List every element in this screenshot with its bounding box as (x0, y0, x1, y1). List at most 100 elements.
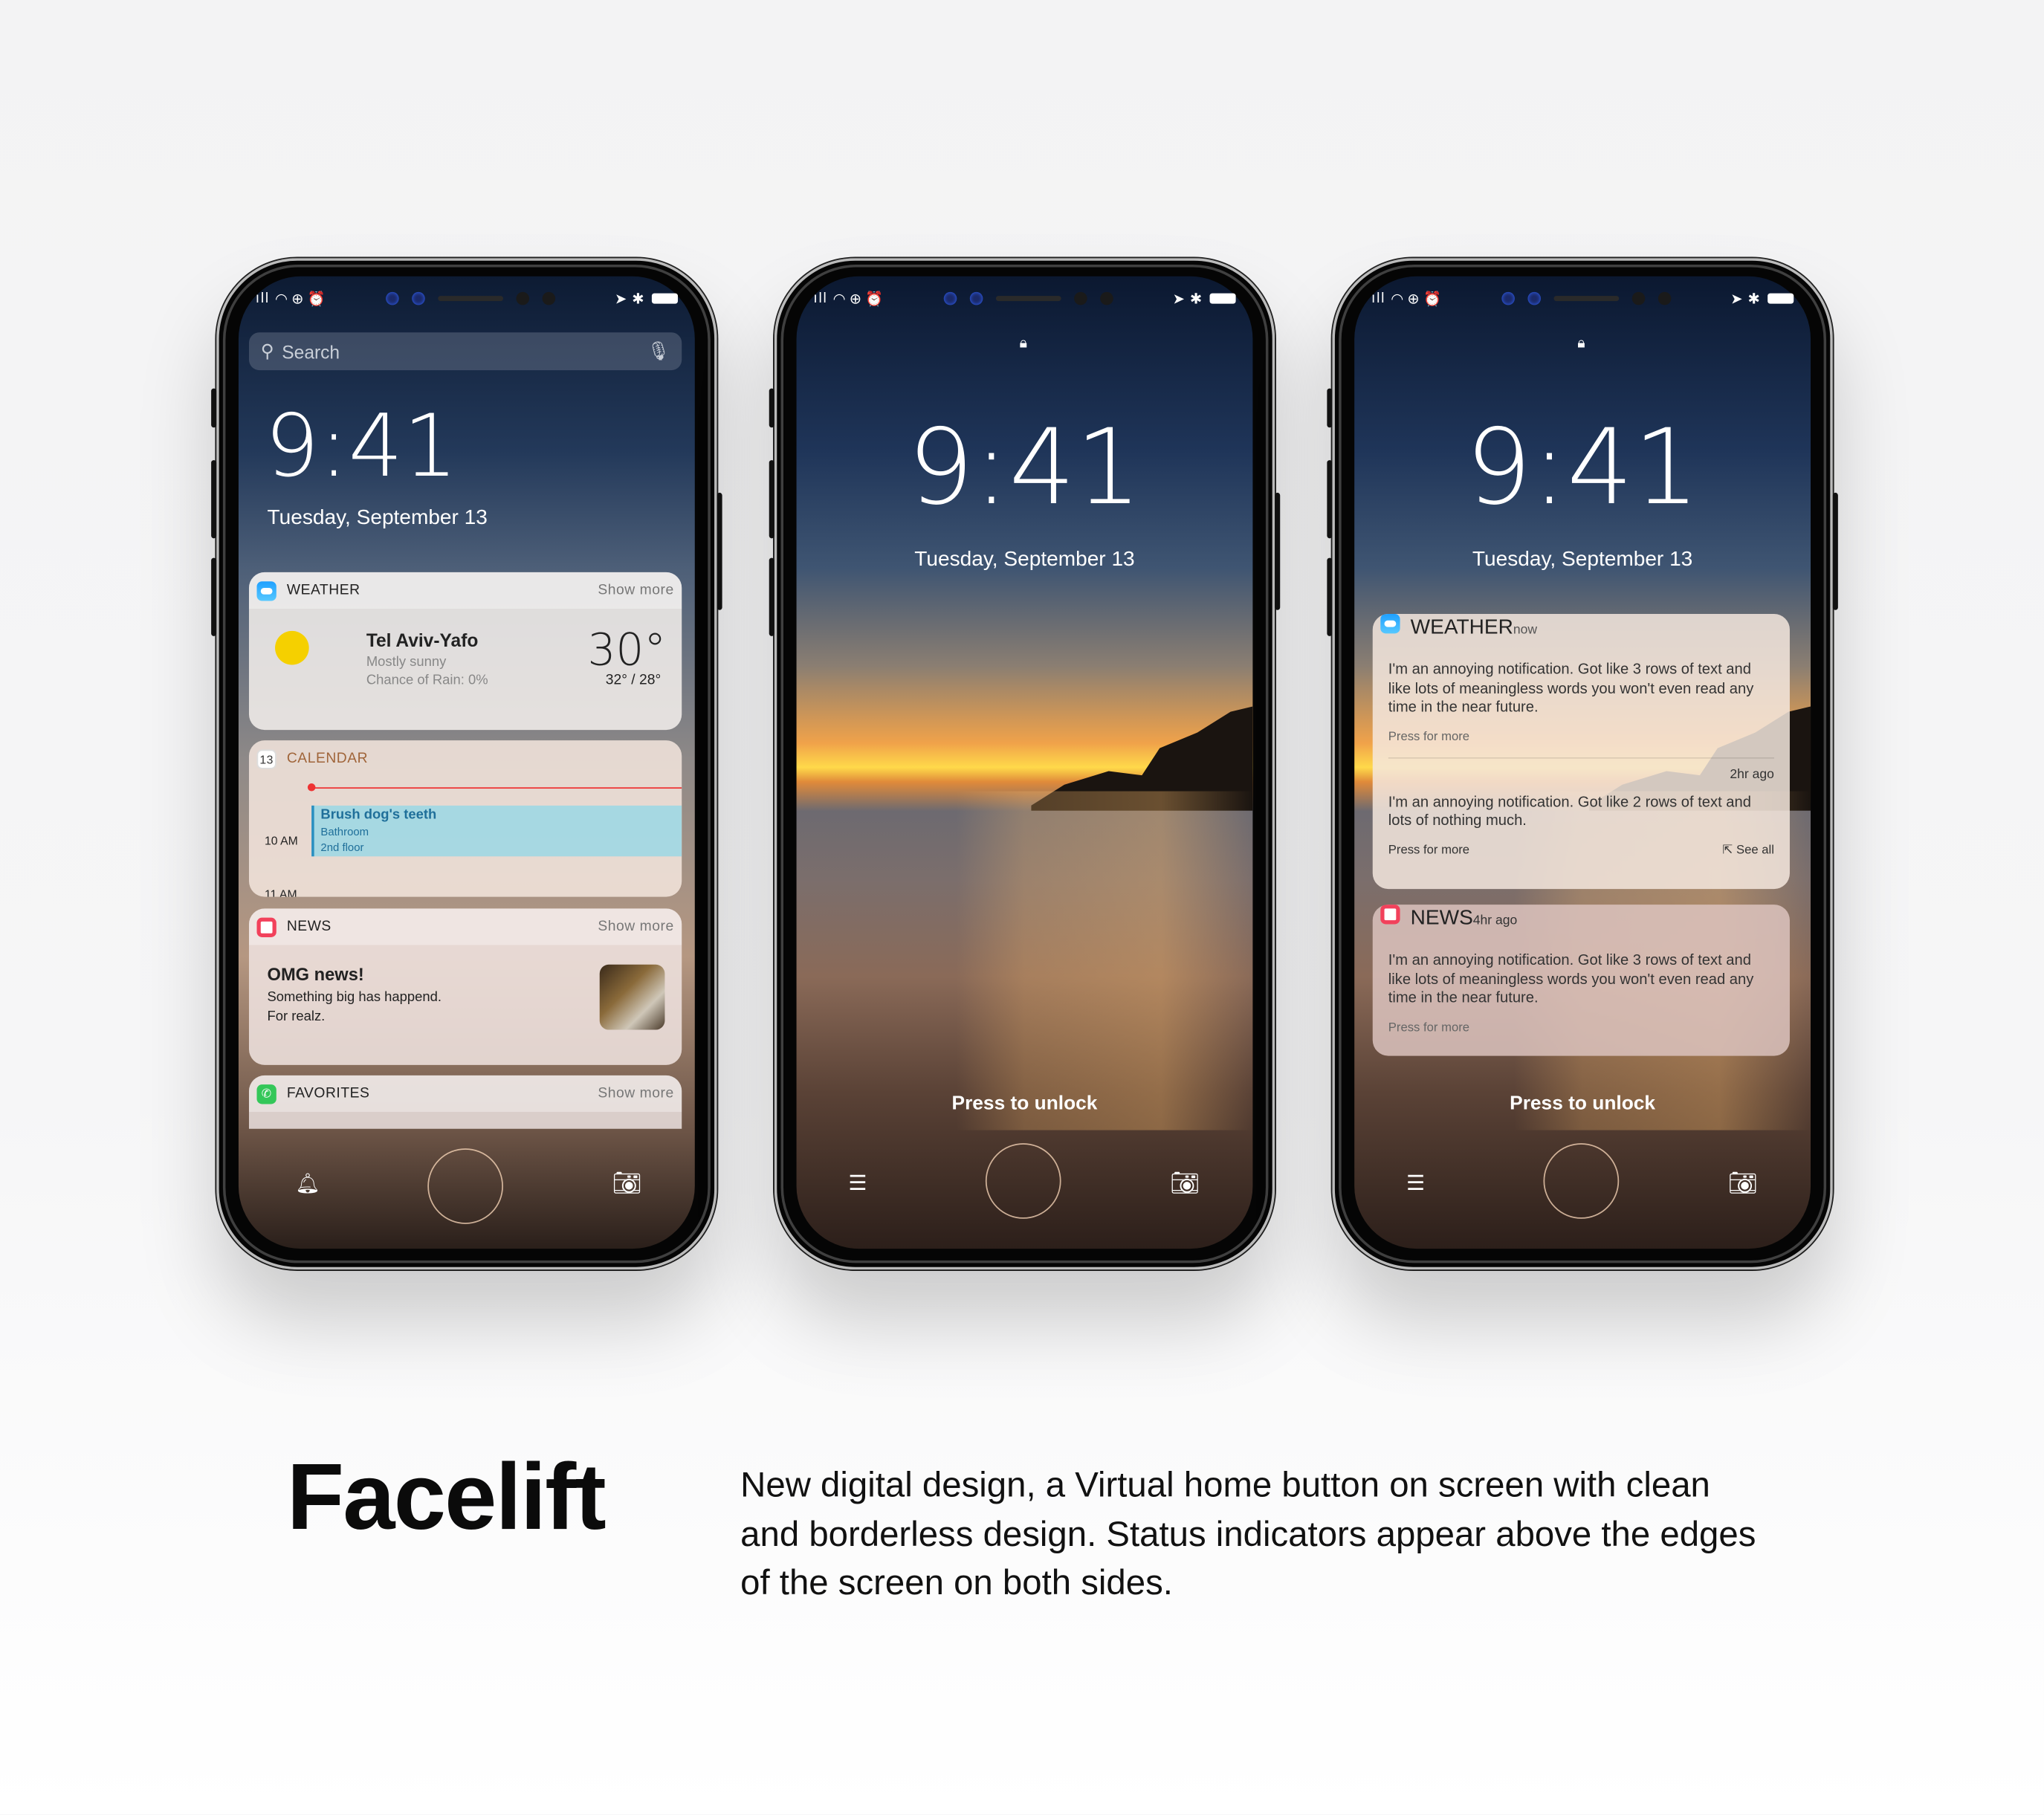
notification-text: I'm an annoying notification. Got like 3… (1388, 953, 1754, 1006)
weather-app-icon (256, 580, 276, 601)
battery-icon (1209, 293, 1236, 304)
calendar-widget[interactable]: 13 CALENDAR Brush dog's teeth Bathroom 2n… (248, 740, 682, 897)
location-icon: ➤ (615, 291, 627, 308)
control-center-icon[interactable]: ☰ (1406, 1171, 1425, 1197)
stage: ⚲ Search 🎙 9:41 Tuesday, September 13 WE… (0, 0, 2044, 1815)
news-summary-2: For realz. (267, 1009, 326, 1025)
search-icon: ⚲ (260, 340, 274, 361)
signal-icon: ıll (1371, 291, 1386, 307)
virtual-home-button[interactable] (427, 1148, 503, 1224)
bluetooth-icon: ✱ (632, 291, 644, 308)
press-to-unlock: Press to unlock (951, 1092, 1098, 1115)
lock-icon: 🔒︎ (1019, 335, 1027, 352)
lock-icon: 🔒︎ (1577, 335, 1585, 352)
notification-app-name: WEATHER (1410, 616, 1513, 639)
clock: 9:41 (265, 396, 458, 497)
notification-text: I'm an annoying notification. Got like 3… (1388, 661, 1754, 716)
clock: 9:41 (907, 407, 1142, 528)
signal-icon: ıll (813, 291, 828, 307)
show-more-button[interactable]: Show more (598, 583, 673, 598)
weather-rain-chance: Chance of Rain: 0% (366, 672, 488, 689)
battery-icon (651, 293, 678, 304)
caption-title: Facelift (286, 1445, 607, 1550)
camera-icon[interactable]: 📷︎ (1170, 1170, 1200, 1197)
status-bar: ıll ◠ ⊕ ⏰ ➤ ✱ (256, 289, 678, 308)
show-more-button[interactable]: Show more (598, 1086, 673, 1101)
share-icon: ⇱ (1722, 842, 1736, 858)
press-for-more[interactable]: Press for more (1388, 841, 1723, 860)
event-location-detail: 2nd floor (320, 841, 364, 854)
bluetooth-icon: ✱ (1747, 291, 1760, 308)
weather-city: Tel Aviv-Yafo (366, 630, 479, 651)
current-time-dot (307, 783, 316, 792)
news-headline: OMG news! (267, 964, 364, 985)
phone-today-view: ⚲ Search 🎙 9:41 Tuesday, September 13 WE… (211, 258, 722, 1270)
battery-icon (1768, 293, 1794, 304)
widget-title: CALENDAR (286, 751, 369, 767)
time-label: 11 AM (265, 887, 297, 897)
camera-icon[interactable]: 📷︎ (1728, 1170, 1758, 1197)
notification-app-name: NEWS (1410, 907, 1473, 930)
wifi-icon: ◠ ⊕ ⏰ (274, 291, 326, 308)
news-thumbnail[interactable] (599, 964, 665, 1030)
news-app-icon (1380, 905, 1400, 925)
favorites-widget[interactable]: ✆ FAVORITES Show more (248, 1075, 682, 1129)
notification-time: 4hr ago (1472, 913, 1518, 928)
clock: 9:41 (1465, 407, 1700, 528)
press-for-more[interactable]: Press for more (1388, 1019, 1774, 1038)
current-time-line (311, 787, 682, 789)
caption-description: New digital design, a Virtual home butto… (740, 1465, 1756, 1602)
news-widget[interactable]: NEWS Show more OMG news! Something big ha… (248, 908, 682, 1065)
wifi-icon: ◠ ⊕ ⏰ (832, 291, 884, 308)
news-notification[interactable]: NEWS4hr ago I'm an annoying notification… (1372, 905, 1790, 1056)
status-bar: ıll ◠ ⊕ ⏰ ➤ ✱ (1371, 289, 1794, 308)
virtual-home-button[interactable] (1543, 1143, 1620, 1219)
weather-range: 32° / 28° (605, 672, 662, 689)
phone-app-icon: ✆ (256, 1084, 276, 1104)
date: Tuesday, September 13 (914, 549, 1135, 572)
notification-text: I'm an annoying notification. Got like 2… (1388, 794, 1751, 829)
camera-icon[interactable]: 📷︎ (612, 1170, 642, 1197)
widget-title: FAVORITES (286, 1085, 370, 1101)
notification-time: now (1513, 623, 1538, 638)
calendar-app-icon: 13 (256, 748, 276, 769)
signal-icon: ıll (255, 291, 270, 307)
weather-condition: Mostly sunny (366, 654, 447, 670)
weather-app-icon (1380, 614, 1400, 634)
bluetooth-icon: ✱ (1189, 291, 1203, 308)
phone-lock-screen: 🔒︎ 9:41 Tuesday, September 13 Press to u… (769, 258, 1281, 1270)
location-icon: ➤ (1730, 291, 1743, 308)
see-all-label: See all (1736, 842, 1774, 858)
date: Tuesday, September 13 (267, 507, 488, 530)
microphone-icon[interactable]: 🎙 (647, 340, 670, 363)
screen: 🔒︎ 9:41 Tuesday, September 13 Press to u… (796, 276, 1253, 1249)
sun-icon (275, 630, 309, 665)
widget-title: NEWS (286, 919, 331, 935)
see-all-button[interactable]: ⇱ See all (1722, 841, 1774, 860)
status-bar: ıll ◠ ⊕ ⏰ ➤ ✱ (813, 289, 1236, 308)
show-more-button[interactable]: Show more (598, 919, 673, 934)
date: Tuesday, September 13 (1472, 549, 1693, 572)
search-bar[interactable]: ⚲ Search 🎙 (248, 332, 682, 371)
screen: ⚲ Search 🎙 9:41 Tuesday, September 13 WE… (238, 276, 695, 1249)
notification-time: 2hr ago (1730, 767, 1774, 783)
weather-temp: 30° (587, 624, 667, 677)
calendar-event[interactable]: Brush dog's teeth Bathroom 2nd floor (311, 805, 682, 857)
news-app-icon (256, 916, 276, 937)
event-title: Brush dog's teeth (320, 806, 437, 823)
location-icon: ➤ (1172, 291, 1185, 308)
event-location: Bathroom (320, 825, 369, 838)
wifi-icon: ◠ ⊕ ⏰ (1391, 291, 1441, 308)
bell-icon[interactable]: 🔔︎ (295, 1172, 320, 1195)
virtual-home-button[interactable] (985, 1143, 1061, 1219)
search-input[interactable]: Search (282, 341, 647, 362)
control-center-icon[interactable]: ☰ (848, 1171, 867, 1197)
widget-title: WEATHER (286, 582, 360, 598)
news-summary: Something big has happend. (267, 989, 442, 1006)
press-to-unlock: Press to unlock (1510, 1092, 1656, 1115)
weather-notification-group[interactable]: WEATHERnow I'm an annoying notification.… (1372, 614, 1790, 890)
press-for-more[interactable]: Press for more (1388, 728, 1774, 746)
time-label: 10 AM (265, 834, 298, 847)
screen: 🔒︎ 9:41 Tuesday, September 13 WEATHERnow… (1354, 276, 1811, 1249)
weather-widget[interactable]: WEATHER Show more Tel Aviv-Yafo Mostly su… (248, 572, 682, 731)
